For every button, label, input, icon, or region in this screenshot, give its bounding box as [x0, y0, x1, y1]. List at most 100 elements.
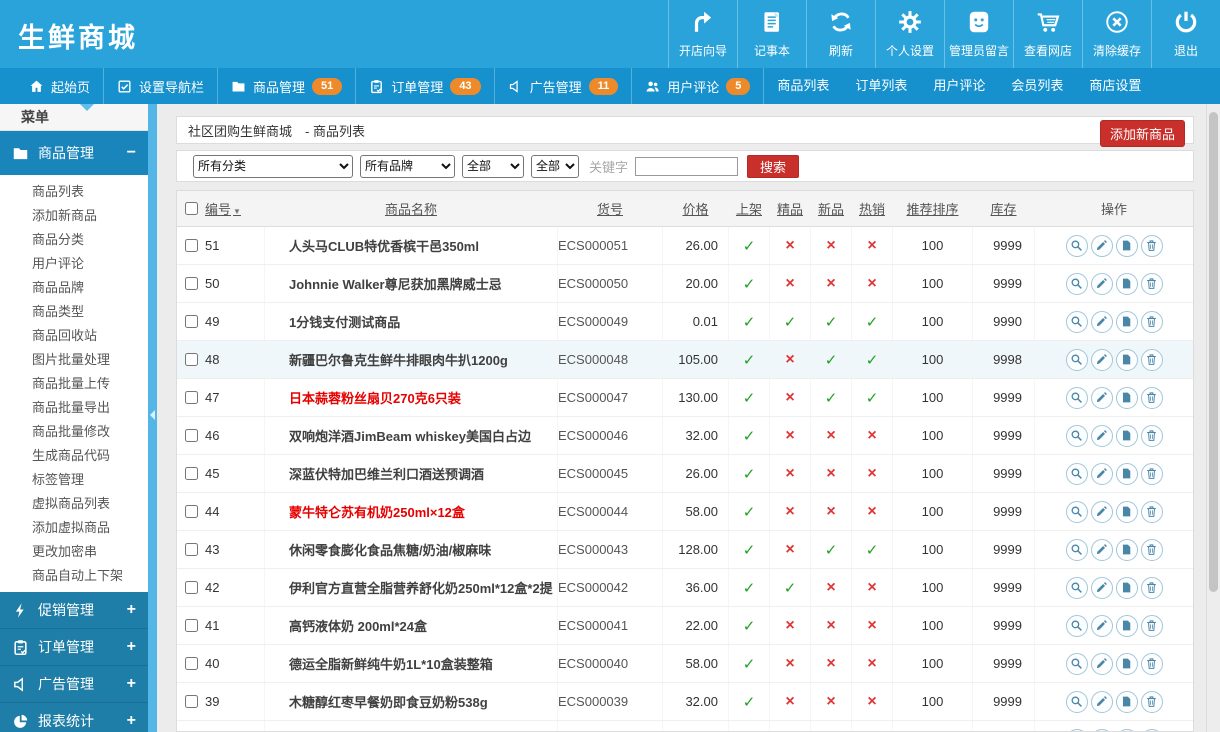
- cross-icon[interactable]: ×: [867, 579, 876, 597]
- copy-button[interactable]: [1115, 462, 1138, 485]
- view-button[interactable]: [1065, 728, 1088, 731]
- check-icon[interactable]: ✓: [743, 427, 756, 445]
- view-button[interactable]: [1065, 462, 1088, 485]
- expand-icon[interactable]: +: [127, 675, 136, 693]
- copy-button[interactable]: [1115, 234, 1138, 257]
- row-checkbox[interactable]: [185, 429, 198, 442]
- sidebar-item[interactable]: 商品回收站: [0, 324, 148, 348]
- cross-icon[interactable]: ×: [867, 617, 876, 635]
- cross-icon[interactable]: ×: [826, 275, 835, 293]
- nav-item-comments[interactable]: 用户评论 5: [632, 68, 765, 104]
- delete-button[interactable]: [1140, 728, 1163, 731]
- cross-icon[interactable]: ×: [867, 427, 876, 445]
- delete-button[interactable]: [1140, 576, 1163, 599]
- cross-icon[interactable]: ×: [785, 655, 794, 673]
- notepad-button[interactable]: 记事本: [737, 0, 806, 68]
- product-name-link[interactable]: 德运全脂新鲜纯牛奶1L*10盒装整箱: [289, 654, 493, 673]
- product-name-link[interactable]: 伊利官方直营全脂营养舒化奶250ml*12盒*2提: [289, 578, 553, 597]
- nav-item-goods[interactable]: 商品管理 51: [218, 68, 357, 104]
- delete-button[interactable]: [1140, 348, 1163, 371]
- row-checkbox[interactable]: [185, 277, 198, 290]
- delete-button[interactable]: [1140, 424, 1163, 447]
- nav-link-member-list[interactable]: 会员列表: [998, 68, 1076, 104]
- brand-select[interactable]: 所有品牌: [360, 154, 455, 178]
- delete-button[interactable]: [1140, 310, 1163, 333]
- check-icon[interactable]: ✓: [743, 503, 756, 521]
- cross-icon[interactable]: ×: [785, 389, 794, 407]
- personal-settings-button[interactable]: 个人设置: [875, 0, 944, 68]
- view-button[interactable]: [1065, 614, 1088, 637]
- product-name-link[interactable]: 高钙液体奶 200ml*24盒: [289, 616, 427, 635]
- check-icon[interactable]: ✓: [825, 541, 838, 559]
- nav-link-goods-list[interactable]: 商品列表: [764, 68, 842, 104]
- delete-button[interactable]: [1140, 272, 1163, 295]
- edit-button[interactable]: [1090, 234, 1113, 257]
- check-icon[interactable]: ✓: [784, 579, 797, 597]
- cross-icon[interactable]: ×: [785, 275, 794, 293]
- check-icon[interactable]: ✓: [866, 541, 879, 559]
- check-icon[interactable]: ✓: [743, 351, 756, 369]
- delete-button[interactable]: [1140, 386, 1163, 409]
- category-select[interactable]: 所有分类: [193, 154, 353, 178]
- cross-icon[interactable]: ×: [785, 693, 794, 711]
- sidebar-item[interactable]: 添加虚拟商品: [0, 516, 148, 540]
- check-icon[interactable]: ✓: [825, 389, 838, 407]
- view-button[interactable]: [1065, 272, 1088, 295]
- filter4-select[interactable]: 全部: [531, 154, 579, 178]
- cross-icon[interactable]: ×: [867, 237, 876, 255]
- delete-button[interactable]: [1140, 538, 1163, 561]
- check-icon[interactable]: ✓: [825, 351, 838, 369]
- row-checkbox[interactable]: [185, 619, 198, 632]
- copy-button[interactable]: [1115, 424, 1138, 447]
- copy-button[interactable]: [1115, 538, 1138, 561]
- expand-icon[interactable]: +: [127, 638, 136, 656]
- cross-icon[interactable]: ×: [867, 503, 876, 521]
- cross-icon[interactable]: ×: [867, 655, 876, 673]
- sort-link[interactable]: 上架: [736, 199, 762, 218]
- check-icon[interactable]: ✓: [866, 313, 879, 331]
- page-scrollbar-thumb[interactable]: [1209, 112, 1218, 592]
- delete-button[interactable]: [1140, 690, 1163, 713]
- delete-button[interactable]: [1140, 614, 1163, 637]
- edit-button[interactable]: [1090, 386, 1113, 409]
- admin-message-button[interactable]: 管理员留言: [944, 0, 1013, 68]
- open-shop-guide-button[interactable]: 开店向导: [668, 0, 737, 68]
- copy-button[interactable]: [1115, 690, 1138, 713]
- sidebar-item[interactable]: 商品批量修改: [0, 420, 148, 444]
- nav-item-home[interactable]: 起始页: [16, 68, 105, 104]
- copy-button[interactable]: [1115, 386, 1138, 409]
- sidebar-item[interactable]: 商品批量导出: [0, 396, 148, 420]
- edit-button[interactable]: [1090, 728, 1113, 731]
- product-name-link[interactable]: 休闲零食膨化食品焦糖/奶油/椒麻味: [289, 540, 491, 559]
- cross-icon[interactable]: ×: [785, 351, 794, 369]
- sort-link[interactable]: 热销: [859, 199, 885, 218]
- cross-icon[interactable]: ×: [826, 503, 835, 521]
- edit-button[interactable]: [1090, 652, 1113, 675]
- cross-icon[interactable]: ×: [785, 465, 794, 483]
- edit-button[interactable]: [1090, 500, 1113, 523]
- cross-icon[interactable]: ×: [867, 693, 876, 711]
- sidebar-item[interactable]: 标签管理: [0, 468, 148, 492]
- check-icon[interactable]: ✓: [743, 579, 756, 597]
- cross-icon[interactable]: ×: [826, 617, 835, 635]
- row-checkbox[interactable]: [185, 581, 198, 594]
- copy-button[interactable]: [1115, 576, 1138, 599]
- sidebar-item[interactable]: 商品批量上传: [0, 372, 148, 396]
- row-checkbox[interactable]: [185, 353, 198, 366]
- product-name-link[interactable]: 新疆巴尔鲁克生鲜牛排眼肉牛扒1200g: [289, 350, 508, 369]
- view-button[interactable]: [1065, 348, 1088, 371]
- expand-icon[interactable]: +: [127, 601, 136, 619]
- add-product-button[interactable]: 添加新商品: [1099, 120, 1185, 147]
- edit-button[interactable]: [1090, 614, 1113, 637]
- cross-icon[interactable]: ×: [785, 427, 794, 445]
- sort-link[interactable]: 货号: [597, 199, 623, 218]
- nav-link-user-comments[interactable]: 用户评论: [920, 68, 998, 104]
- product-name-link[interactable]: 日本蒜蓉粉丝扇贝270克6只装: [289, 388, 461, 407]
- check-icon[interactable]: ✓: [743, 693, 756, 711]
- keyword-input[interactable]: [635, 156, 739, 176]
- copy-button[interactable]: [1115, 500, 1138, 523]
- edit-button[interactable]: [1090, 462, 1113, 485]
- product-name-link[interactable]: 双响炮洋酒JimBeam whiskey美国白占边: [289, 426, 531, 445]
- search-button[interactable]: 搜索: [747, 154, 800, 178]
- view-button[interactable]: [1065, 576, 1088, 599]
